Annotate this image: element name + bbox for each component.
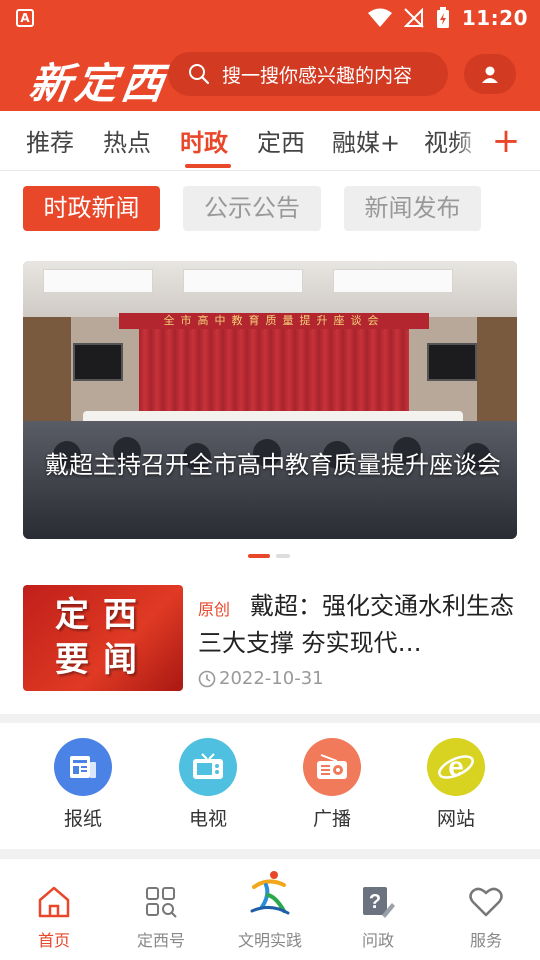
nav-civilization[interactable]: 文明实践 (230, 867, 310, 951)
app-header: A 11:20 新定西 搜一搜你感兴趣的内容 (0, 0, 540, 111)
search-icon (189, 64, 210, 85)
news-title-block: 戴超：强化交通水利生态三大支撑 夯实现代… (198, 588, 518, 662)
bottom-navigation: 首页 定西号 文明实践 ? 问政 服务 (0, 858, 540, 960)
carousel-indicator (248, 554, 290, 560)
quick-link-tv[interactable]: 电视 (168, 738, 248, 831)
tab-recommend[interactable]: 推荐 (26, 123, 74, 158)
civilization-practice-logo (250, 871, 290, 915)
subtab-press-release[interactable]: 新闻发布 (344, 186, 481, 231)
status-bar: A 11:20 (0, 0, 540, 36)
app-notification-icon: A (16, 9, 34, 27)
stage-curtain (139, 327, 409, 419)
heart-icon (469, 887, 503, 917)
quick-link-newspaper[interactable]: 报纸 (43, 738, 123, 831)
tab-hot[interactable]: 热点 (103, 123, 151, 158)
quick-link-label: 网站 (436, 808, 475, 830)
nav-services-label: 服务 (469, 931, 502, 950)
add-channel-button[interactable]: + (486, 117, 526, 165)
nav-dingxi-hao[interactable]: 定西号 (121, 885, 201, 951)
search-bar[interactable]: 搜一搜你感兴趣的内容 (168, 52, 448, 96)
ceiling-light (183, 269, 303, 293)
thumbnail-line1: 定西 (55, 595, 151, 635)
tab-dingxi[interactable]: 定西 (257, 123, 305, 158)
active-tab-indicator (185, 164, 231, 168)
nav-home[interactable]: 首页 (14, 885, 94, 951)
nav-wenzheng[interactable]: ? 问政 (338, 885, 418, 951)
news-date: 2022-10-31 (219, 668, 324, 689)
quick-link-label: 广播 (312, 808, 351, 830)
carousel-dot (276, 554, 290, 558)
nav-services[interactable]: 服务 (446, 885, 526, 951)
quick-link-label: 报纸 (63, 808, 102, 830)
svg-text:e: e (448, 751, 464, 782)
ceiling-light (43, 269, 153, 293)
original-tag: 原创 (198, 600, 231, 619)
search-placeholder: 搜一搜你感兴趣的内容 (222, 64, 413, 87)
wood-panel-left (23, 317, 71, 437)
channel-tabs: 推荐 热点 时政 定西 融媒+ 视频 + (0, 111, 540, 171)
home-icon (38, 886, 70, 918)
ceiling-light (333, 269, 453, 293)
subtab-political-news[interactable]: 时政新闻 (23, 186, 160, 231)
app-logo: 新定西 (26, 59, 172, 108)
thumbnail-line2: 要闻 (55, 640, 151, 680)
user-icon (482, 66, 498, 83)
thumbnail-text: 定西 要闻 (23, 593, 183, 683)
banner-caption: 戴超主持召开全市高中教育质量提升座谈会 (45, 451, 501, 479)
clock-icon (198, 670, 216, 687)
plus-icon: + (491, 121, 521, 161)
no-signal-icon (403, 8, 424, 28)
profile-button[interactable] (464, 54, 516, 94)
nav-home-label: 首页 (37, 931, 70, 950)
quick-link-website[interactable]: e 网站 (416, 738, 496, 831)
grid-search-icon (146, 887, 177, 918)
banner-carousel[interactable]: 全市高中教育质量提升座谈会 戴超主持召开全市高中教育质量提升座谈会 (23, 261, 517, 539)
svg-text:?: ? (369, 891, 381, 913)
status-time: 11:20 (461, 6, 528, 30)
news-date-row: 2022-10-31 (198, 668, 324, 689)
screen-left (73, 343, 123, 381)
meeting-banner-sign: 全市高中教育质量提升座谈会 (119, 313, 429, 329)
status-indicators: 11:20 (367, 6, 528, 30)
carousel-dot-active (248, 554, 270, 558)
news-title: 戴超：强化交通水利生态三大支撑 夯实现代… (198, 592, 514, 657)
news-thumbnail: 定西 要闻 (23, 585, 183, 691)
wood-panel-right (477, 317, 517, 437)
tab-media[interactable]: 融媒+ (332, 123, 400, 158)
nav-wenzheng-label: 问政 (361, 931, 394, 950)
quick-link-label: 电视 (188, 808, 227, 830)
screen-right (427, 343, 477, 381)
browser-e-icon: e (427, 738, 485, 796)
wifi-icon (367, 8, 392, 27)
tab-scroll-fade (455, 111, 485, 170)
radio-icon (303, 738, 361, 796)
subtab-announcements[interactable]: 公示公告 (183, 186, 321, 231)
battery-charging-icon (436, 7, 449, 28)
section-divider (0, 849, 540, 858)
quick-link-radio[interactable]: 广播 (292, 738, 372, 831)
question-edit-icon: ? (363, 887, 395, 918)
newspaper-icon (54, 738, 112, 796)
section-divider (0, 714, 540, 723)
tv-icon (179, 738, 237, 796)
nav-dingxi-hao-label: 定西号 (136, 931, 185, 950)
nav-civilization-label: 文明实践 (237, 931, 302, 950)
tab-politics[interactable]: 时政 (180, 123, 228, 158)
